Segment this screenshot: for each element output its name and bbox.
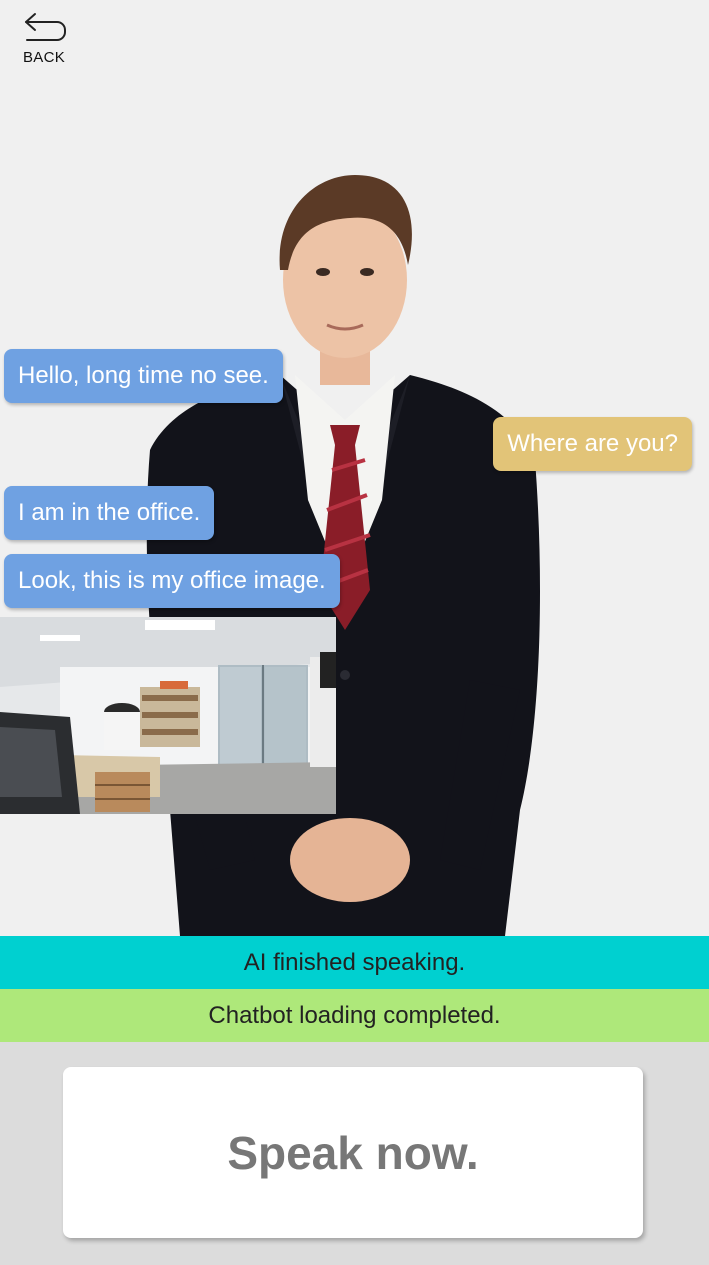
chat-bubble-ai: Hello, long time no see. (4, 349, 283, 403)
chat-bubble-user: Where are you? (493, 417, 692, 471)
office-image[interactable] (0, 617, 336, 814)
chat-bubble-ai: Look, this is my office image. (4, 554, 340, 608)
speak-now-button[interactable]: Speak now. (63, 1067, 643, 1238)
chat-bubble-ai: I am in the office. (4, 486, 215, 540)
ai-avatar-figure (146, 175, 541, 936)
ai-status-bar: AI finished speaking. (0, 936, 709, 989)
loading-status-bar: Chatbot loading completed. (0, 989, 709, 1042)
footer-panel: Speak now. (0, 1042, 709, 1265)
avatar-stage: Hello, long time no see. Where are you? … (0, 0, 709, 936)
